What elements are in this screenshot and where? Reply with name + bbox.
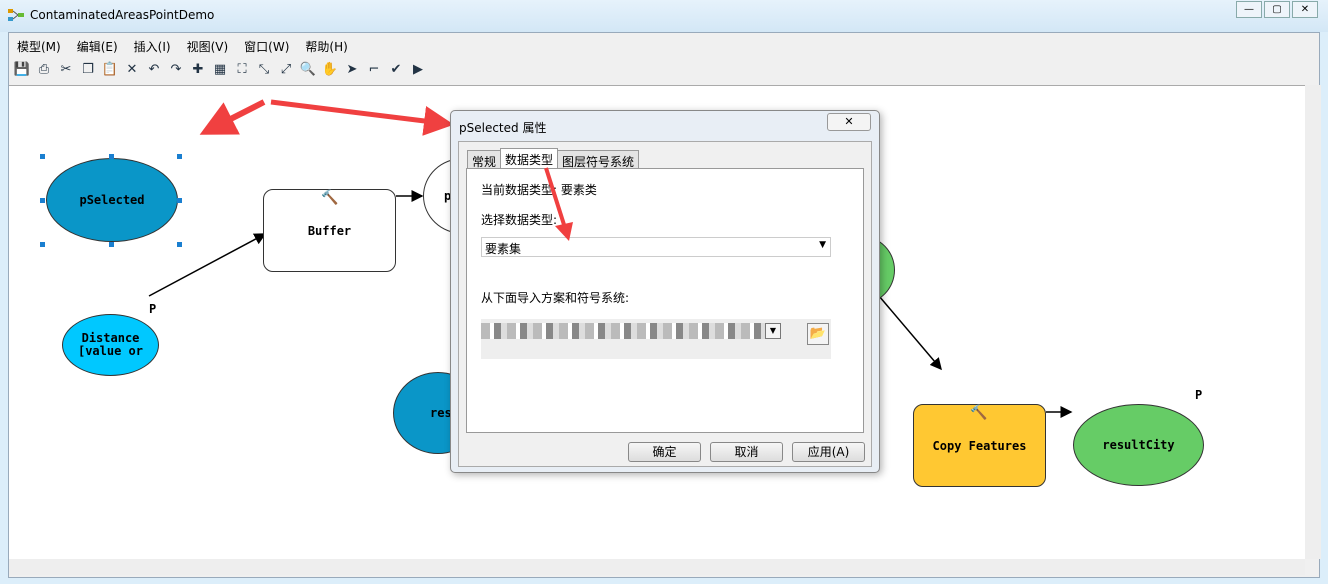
paste-icon[interactable]: 📋 [101,61,119,79]
horizontal-scrollbar[interactable] [9,559,1305,575]
selection-handle[interactable] [40,242,45,247]
chevron-down-icon: ▼ [819,240,826,250]
node-label: Buffer [307,223,352,238]
cancel-button[interactable]: 取消 [710,442,783,462]
dialog-title: pSelected 属性 [459,121,547,135]
close-button[interactable]: ✕ [1292,1,1318,18]
dialog-close-button[interactable]: ✕ [827,113,871,131]
properties-dialog: pSelected 属性 ✕ 常规 数据类型 图层符号系统 当前数据类型: 要素… [450,110,880,473]
window-title: ContaminatedAreasPointDemo [30,8,215,22]
ok-button[interactable]: 确定 [628,442,701,462]
zoom-in-fixed-icon[interactable]: ⤡ [255,61,273,79]
connect-icon[interactable]: ⌐ [365,61,383,79]
auto-layout-icon[interactable]: ▦ [211,61,229,79]
minimize-button[interactable]: — [1236,1,1262,18]
annotation-arrow [199,99,266,135]
node-pselected[interactable]: pSelected [46,158,178,242]
cut-icon[interactable]: ✂ [57,61,75,79]
menu-item[interactable]: 视图(V) [179,35,237,57]
select-icon[interactable]: ➤ [343,61,361,79]
menu-item[interactable]: 模型(M) [9,35,69,57]
data-type-select[interactable]: 要素集 ▼ [481,237,831,257]
connector-to-copy [878,295,942,371]
menu-bar: 模型(M) 编辑(E) 插入(I) 视图(V) 窗口(W) 帮助(H) [9,35,356,57]
copy-icon[interactable]: ❐ [79,61,97,79]
hammer-icon: 🔨 [321,190,339,206]
delete-icon[interactable]: ✕ [123,61,141,79]
selection-handle[interactable] [40,198,45,203]
run-icon[interactable]: ▶ [409,61,427,79]
annotation-arrow [544,167,573,241]
selection-handle[interactable] [177,242,182,247]
menu-item[interactable]: 插入(I) [126,35,179,57]
chevron-down-icon[interactable]: ▼ [765,323,781,339]
selection-handle[interactable] [177,154,182,159]
vertical-scrollbar[interactable] [1305,85,1321,559]
menu-item[interactable]: 窗口(W) [236,35,297,57]
data-type-panel: 当前数据类型: 要素类 选择数据类型: 要素集 ▼ 从下面导入方案和符号系统: ▼… [466,168,864,433]
redo-icon[interactable]: ↷ [167,61,185,79]
validate-icon[interactable]: ✔ [387,61,405,79]
save-icon[interactable]: 💾 [13,61,31,79]
zoom-icon[interactable]: 🔍 [299,61,317,79]
parameter-marker: P [149,302,157,316]
selection-handle[interactable] [177,198,182,203]
import-label: 从下面导入方案和符号系统: [481,291,630,305]
full-extent-icon[interactable]: ⛶ [233,61,251,79]
app-icon [8,9,24,21]
selection-handle[interactable] [40,154,45,159]
selection-handle[interactable] [109,154,114,159]
menu-item[interactable]: 编辑(E) [69,35,126,57]
import-source-combo[interactable]: ▼ [481,319,831,359]
hammer-icon: 🔨 [970,405,988,421]
toolbar: 💾 ⎙ ✂ ❐ 📋 ✕ ↶ ↷ ✚ ▦ ⛶ ⤡ ⤢ 🔍 ✋ ➤ ⌐ ✔ ▶ [13,59,427,81]
undo-icon[interactable]: ↶ [145,61,163,79]
print-icon[interactable]: ⎙ [35,61,53,79]
pan-icon[interactable]: ✋ [321,61,339,79]
maximize-button[interactable]: ▢ [1264,1,1290,18]
parameter-marker: P [1195,388,1203,402]
select-value: 要素集 [485,242,522,256]
zoom-out-fixed-icon[interactable]: ⤢ [277,61,295,79]
node-resultcity[interactable]: resultCity [1073,404,1204,486]
menu-item[interactable]: 帮助(H) [297,35,355,57]
node-distance[interactable]: Distance [value or [62,314,159,376]
title-bar: ContaminatedAreasPointDemo — ▢ ✕ [0,0,1328,32]
annotation-arrow [270,99,454,136]
apply-button[interactable]: 应用(A) [792,442,865,462]
add-data-icon[interactable]: ✚ [189,61,207,79]
connector-distance-buffer [148,233,267,297]
open-folder-icon[interactable]: 📂 [807,323,829,345]
selection-handle[interactable] [109,242,114,247]
node-label: Copy Features [932,438,1027,453]
